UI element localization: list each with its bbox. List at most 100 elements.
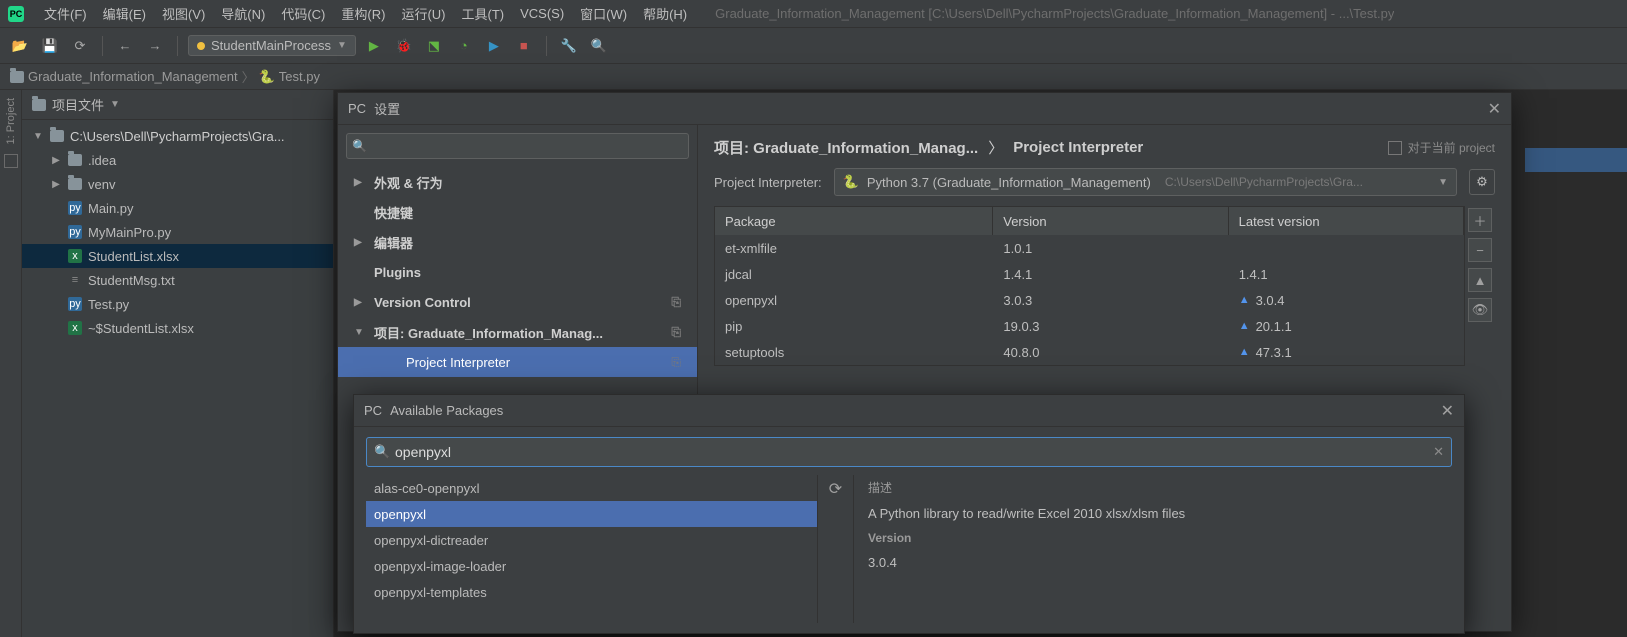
remove-package-button[interactable]: − bbox=[1468, 238, 1492, 262]
separator bbox=[546, 36, 547, 56]
copy-icon[interactable] bbox=[1388, 141, 1402, 155]
available-package-item[interactable]: openpyxl-dictreader bbox=[366, 527, 817, 553]
profile-icon[interactable]: ◔ bbox=[452, 34, 476, 58]
package-table[interactable]: Package Version Latest version et-xmlfil… bbox=[714, 206, 1465, 366]
package-toolbar: ＋ − ▲ 👁 bbox=[1465, 206, 1495, 366]
menu-refactor[interactable]: 重构(R) bbox=[333, 4, 393, 23]
menu-view[interactable]: 视图(V) bbox=[154, 4, 213, 23]
package-row[interactable]: openpyxl3.0.3▲3.0.4 bbox=[715, 287, 1464, 313]
menu-window[interactable]: 窗口(W) bbox=[572, 4, 635, 23]
available-package-item[interactable]: openpyxl-templates bbox=[366, 579, 817, 605]
refresh-icon[interactable]: ⟳ bbox=[829, 479, 842, 499]
available-package-item[interactable]: openpyxl-image-loader bbox=[366, 553, 817, 579]
structure-tool-icon[interactable] bbox=[4, 154, 18, 168]
settings-nav-item[interactable]: ▶外观 & 行为 bbox=[338, 167, 697, 197]
settings-crumb-page: Project Interpreter bbox=[1013, 139, 1143, 156]
forward-icon[interactable]: → bbox=[143, 34, 167, 58]
tree-item[interactable]: ▶.idea bbox=[22, 148, 333, 172]
wrench-icon[interactable]: 🔧 bbox=[557, 34, 581, 58]
tree-item[interactable]: pyMyMainPro.py bbox=[22, 220, 333, 244]
show-early-button[interactable]: 👁 bbox=[1468, 298, 1492, 322]
menu-run[interactable]: 运行(U) bbox=[393, 4, 453, 23]
nav-item-label: Version Control bbox=[374, 295, 471, 310]
menu-vcs[interactable]: VCS(S) bbox=[512, 6, 572, 21]
sync-icon[interactable]: ⟳ bbox=[68, 34, 92, 58]
menu-help[interactable]: 帮助(H) bbox=[635, 4, 695, 23]
nav-item-label: Project Interpreter bbox=[406, 355, 510, 370]
available-title: Available Packages bbox=[390, 403, 503, 418]
package-row[interactable]: et-xmlfile1.0.1 bbox=[715, 235, 1464, 261]
package-row[interactable]: pip19.0.3▲20.1.1 bbox=[715, 313, 1464, 339]
debug-icon[interactable]: 🐞 bbox=[392, 34, 416, 58]
tree-item-label: Main.py bbox=[88, 201, 134, 216]
menu-navigate[interactable]: 导航(N) bbox=[213, 4, 273, 23]
copy-icon[interactable]: ⎘ bbox=[671, 355, 681, 370]
package-row[interactable]: jdcal1.4.11.4.1 bbox=[715, 261, 1464, 287]
run-config-label: StudentMainProcess bbox=[211, 38, 331, 53]
chevron-down-icon: ▼ bbox=[110, 99, 120, 110]
available-package-list[interactable]: alas-ce0-openpyxlopenpyxlopenpyxl-dictre… bbox=[366, 475, 818, 623]
breadcrumb-file[interactable]: Test.py bbox=[279, 69, 320, 84]
settings-nav-item[interactable]: Project Interpreter ⎘ bbox=[338, 347, 697, 377]
run-icon[interactable]: ▶ bbox=[362, 34, 386, 58]
nav-item-label: Plugins bbox=[374, 265, 421, 280]
project-panel-header[interactable]: 项目文件 ▼ bbox=[22, 90, 333, 120]
attach-icon[interactable]: ▶ bbox=[482, 34, 506, 58]
settings-nav-item[interactable]: ▼项目: Graduate_Information_Manag...⎘ bbox=[338, 317, 697, 347]
run-config-select[interactable]: StudentMainProcess ▼ bbox=[188, 35, 356, 56]
pkg-version: 3.0.3 bbox=[993, 287, 1228, 313]
tree-root[interactable]: ▼ C:\Users\Dell\PycharmProjects\Gra... bbox=[22, 124, 333, 148]
menu-code[interactable]: 代码(C) bbox=[273, 4, 333, 23]
gear-icon[interactable]: ⚙ bbox=[1469, 169, 1495, 195]
package-table-header: Package Version Latest version bbox=[715, 207, 1464, 235]
stop-icon[interactable]: ■ bbox=[512, 34, 536, 58]
project-panel-title: 项目文件 bbox=[52, 95, 104, 114]
tree-item[interactable]: pyMain.py bbox=[22, 196, 333, 220]
close-icon[interactable]: ✕ bbox=[1488, 99, 1501, 119]
expand-icon[interactable]: ▼ bbox=[32, 131, 44, 142]
menubar: PC 文件(F) 编辑(E) 视图(V) 导航(N) 代码(C) 重构(R) 运… bbox=[0, 0, 1627, 28]
open-icon[interactable]: 📂 bbox=[8, 34, 32, 58]
tree-item[interactable]: x~$StudentList.xlsx bbox=[22, 316, 333, 340]
tree-item[interactable]: xStudentList.xlsx bbox=[22, 244, 333, 268]
available-package-item[interactable]: openpyxl bbox=[366, 501, 817, 527]
menu-tools[interactable]: 工具(T) bbox=[453, 4, 512, 23]
expand-icon[interactable]: ▶ bbox=[50, 155, 62, 166]
breadcrumb-project[interactable]: Graduate_Information_Management bbox=[28, 69, 238, 84]
package-row[interactable]: setuptools40.8.0▲47.3.1 bbox=[715, 339, 1464, 365]
col-package: Package bbox=[715, 207, 993, 235]
close-icon[interactable]: ✕ bbox=[1441, 401, 1454, 421]
search-icon: 🔍 bbox=[374, 444, 390, 460]
pkg-version: 19.0.3 bbox=[993, 313, 1228, 339]
settings-nav-item[interactable]: ▶Version Control⎘ bbox=[338, 287, 697, 317]
tree-item[interactable]: pyTest.py bbox=[22, 292, 333, 316]
back-icon[interactable]: ← bbox=[113, 34, 137, 58]
available-search-input[interactable] bbox=[366, 437, 1452, 467]
clear-icon[interactable]: ✕ bbox=[1433, 444, 1444, 460]
upgrade-icon: ▲ bbox=[1239, 320, 1250, 332]
interpreter-select[interactable]: 🐍 Python 3.7 (Graduate_Information_Manag… bbox=[834, 168, 1457, 196]
search-icon[interactable]: 🔍 bbox=[587, 34, 611, 58]
tree-item[interactable]: ≡StudentMsg.txt bbox=[22, 268, 333, 292]
expand-icon[interactable]: ▶ bbox=[50, 179, 62, 190]
separator bbox=[102, 36, 103, 56]
copy-icon[interactable]: ⎘ bbox=[671, 295, 681, 310]
menu-file[interactable]: 文件(F) bbox=[36, 4, 95, 23]
settings-search-input[interactable] bbox=[346, 133, 689, 159]
nav-item-label: 编辑器 bbox=[374, 233, 413, 252]
chevron-down-icon: ▼ bbox=[1438, 177, 1448, 188]
copy-icon[interactable]: ⎘ bbox=[671, 325, 681, 340]
menu-edit[interactable]: 编辑(E) bbox=[95, 4, 154, 23]
coverage-icon[interactable]: ⬔ bbox=[422, 34, 446, 58]
available-package-item[interactable]: alas-ce0-openpyxl bbox=[366, 475, 817, 501]
pkg-version: 1.0.1 bbox=[993, 235, 1228, 261]
settings-nav-item[interactable]: ▶编辑器 bbox=[338, 227, 697, 257]
project-tree[interactable]: ▼ C:\Users\Dell\PycharmProjects\Gra... ▶… bbox=[22, 120, 333, 637]
tree-item[interactable]: ▶venv bbox=[22, 172, 333, 196]
project-tool-tab[interactable]: 1: Project bbox=[5, 98, 17, 144]
settings-nav-item[interactable]: Plugins bbox=[338, 257, 697, 287]
upgrade-package-button[interactable]: ▲ bbox=[1468, 268, 1492, 292]
add-package-button[interactable]: ＋ bbox=[1468, 208, 1492, 232]
save-icon[interactable]: 💾 bbox=[38, 34, 62, 58]
settings-nav-item[interactable]: 快捷键 bbox=[338, 197, 697, 227]
